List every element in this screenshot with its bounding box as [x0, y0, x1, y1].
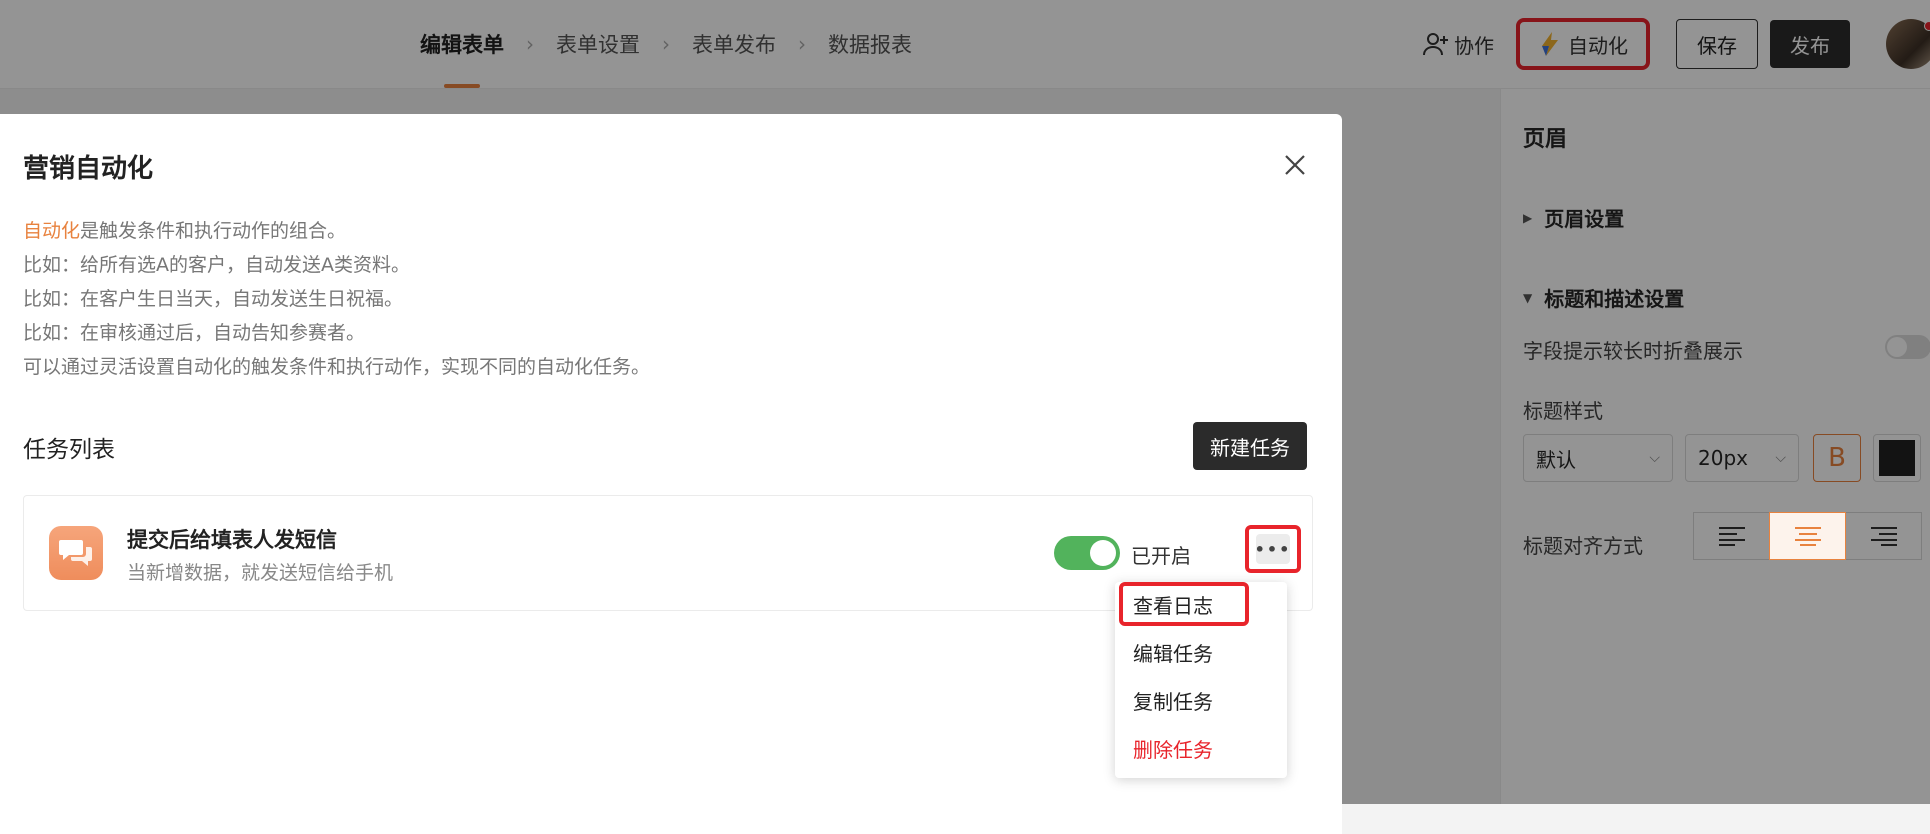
- menu-item-edit-task[interactable]: 编辑任务: [1133, 638, 1213, 667]
- more-icon: •••: [1255, 534, 1290, 564]
- desc-text: 是触发条件和执行动作的组合。: [80, 220, 347, 242]
- modal-description: 自动化是触发条件和执行动作的组合。 比如：给所有选A的客户，自动发送A类资料。 …: [23, 214, 650, 384]
- task-name: 提交后给填表人发短信: [127, 528, 337, 552]
- more-options-button[interactable]: •••: [1245, 525, 1301, 573]
- menu-item-copy-task[interactable]: 复制任务: [1133, 686, 1213, 715]
- align-center-button[interactable]: [1769, 512, 1846, 560]
- align-center-icon: [1794, 527, 1821, 546]
- task-description: 当新增数据，就发送短信给手机: [127, 562, 394, 584]
- desc-line: 比如：在客户生日当天，自动发送生日祝福。: [23, 288, 404, 310]
- desc-line: 比如：在审核通过后，自动告知参赛者。: [23, 322, 366, 344]
- chat-bubbles-icon: [49, 526, 103, 580]
- task-list-title: 任务列表: [23, 437, 115, 463]
- new-task-button[interactable]: 新建任务: [1193, 422, 1307, 470]
- task-enable-switch[interactable]: [1054, 536, 1120, 570]
- desc-line: 比如：给所有选A的客户，自动发送A类资料。: [23, 254, 410, 276]
- menu-item-delete-task[interactable]: 删除任务: [1133, 734, 1213, 763]
- automation-modal: 营销自动化 自动化是触发条件和执行动作的组合。 比如：给所有选A的客户，自动发送…: [0, 114, 1342, 834]
- desc-line: 可以通过灵活设置自动化的触发条件和执行动作，实现不同的自动化任务。: [23, 356, 651, 378]
- menu-item-view-log[interactable]: 查看日志: [1119, 582, 1249, 626]
- task-action-menu: 查看日志 编辑任务 复制任务 删除任务: [1115, 582, 1287, 778]
- task-status-label: 已开启: [1131, 544, 1191, 568]
- desc-highlight: 自动化: [23, 220, 81, 242]
- close-icon[interactable]: [1280, 150, 1310, 180]
- desc-line: 自动化是触发条件和执行动作的组合。: [23, 214, 650, 248]
- modal-title: 营销自动化: [23, 154, 154, 184]
